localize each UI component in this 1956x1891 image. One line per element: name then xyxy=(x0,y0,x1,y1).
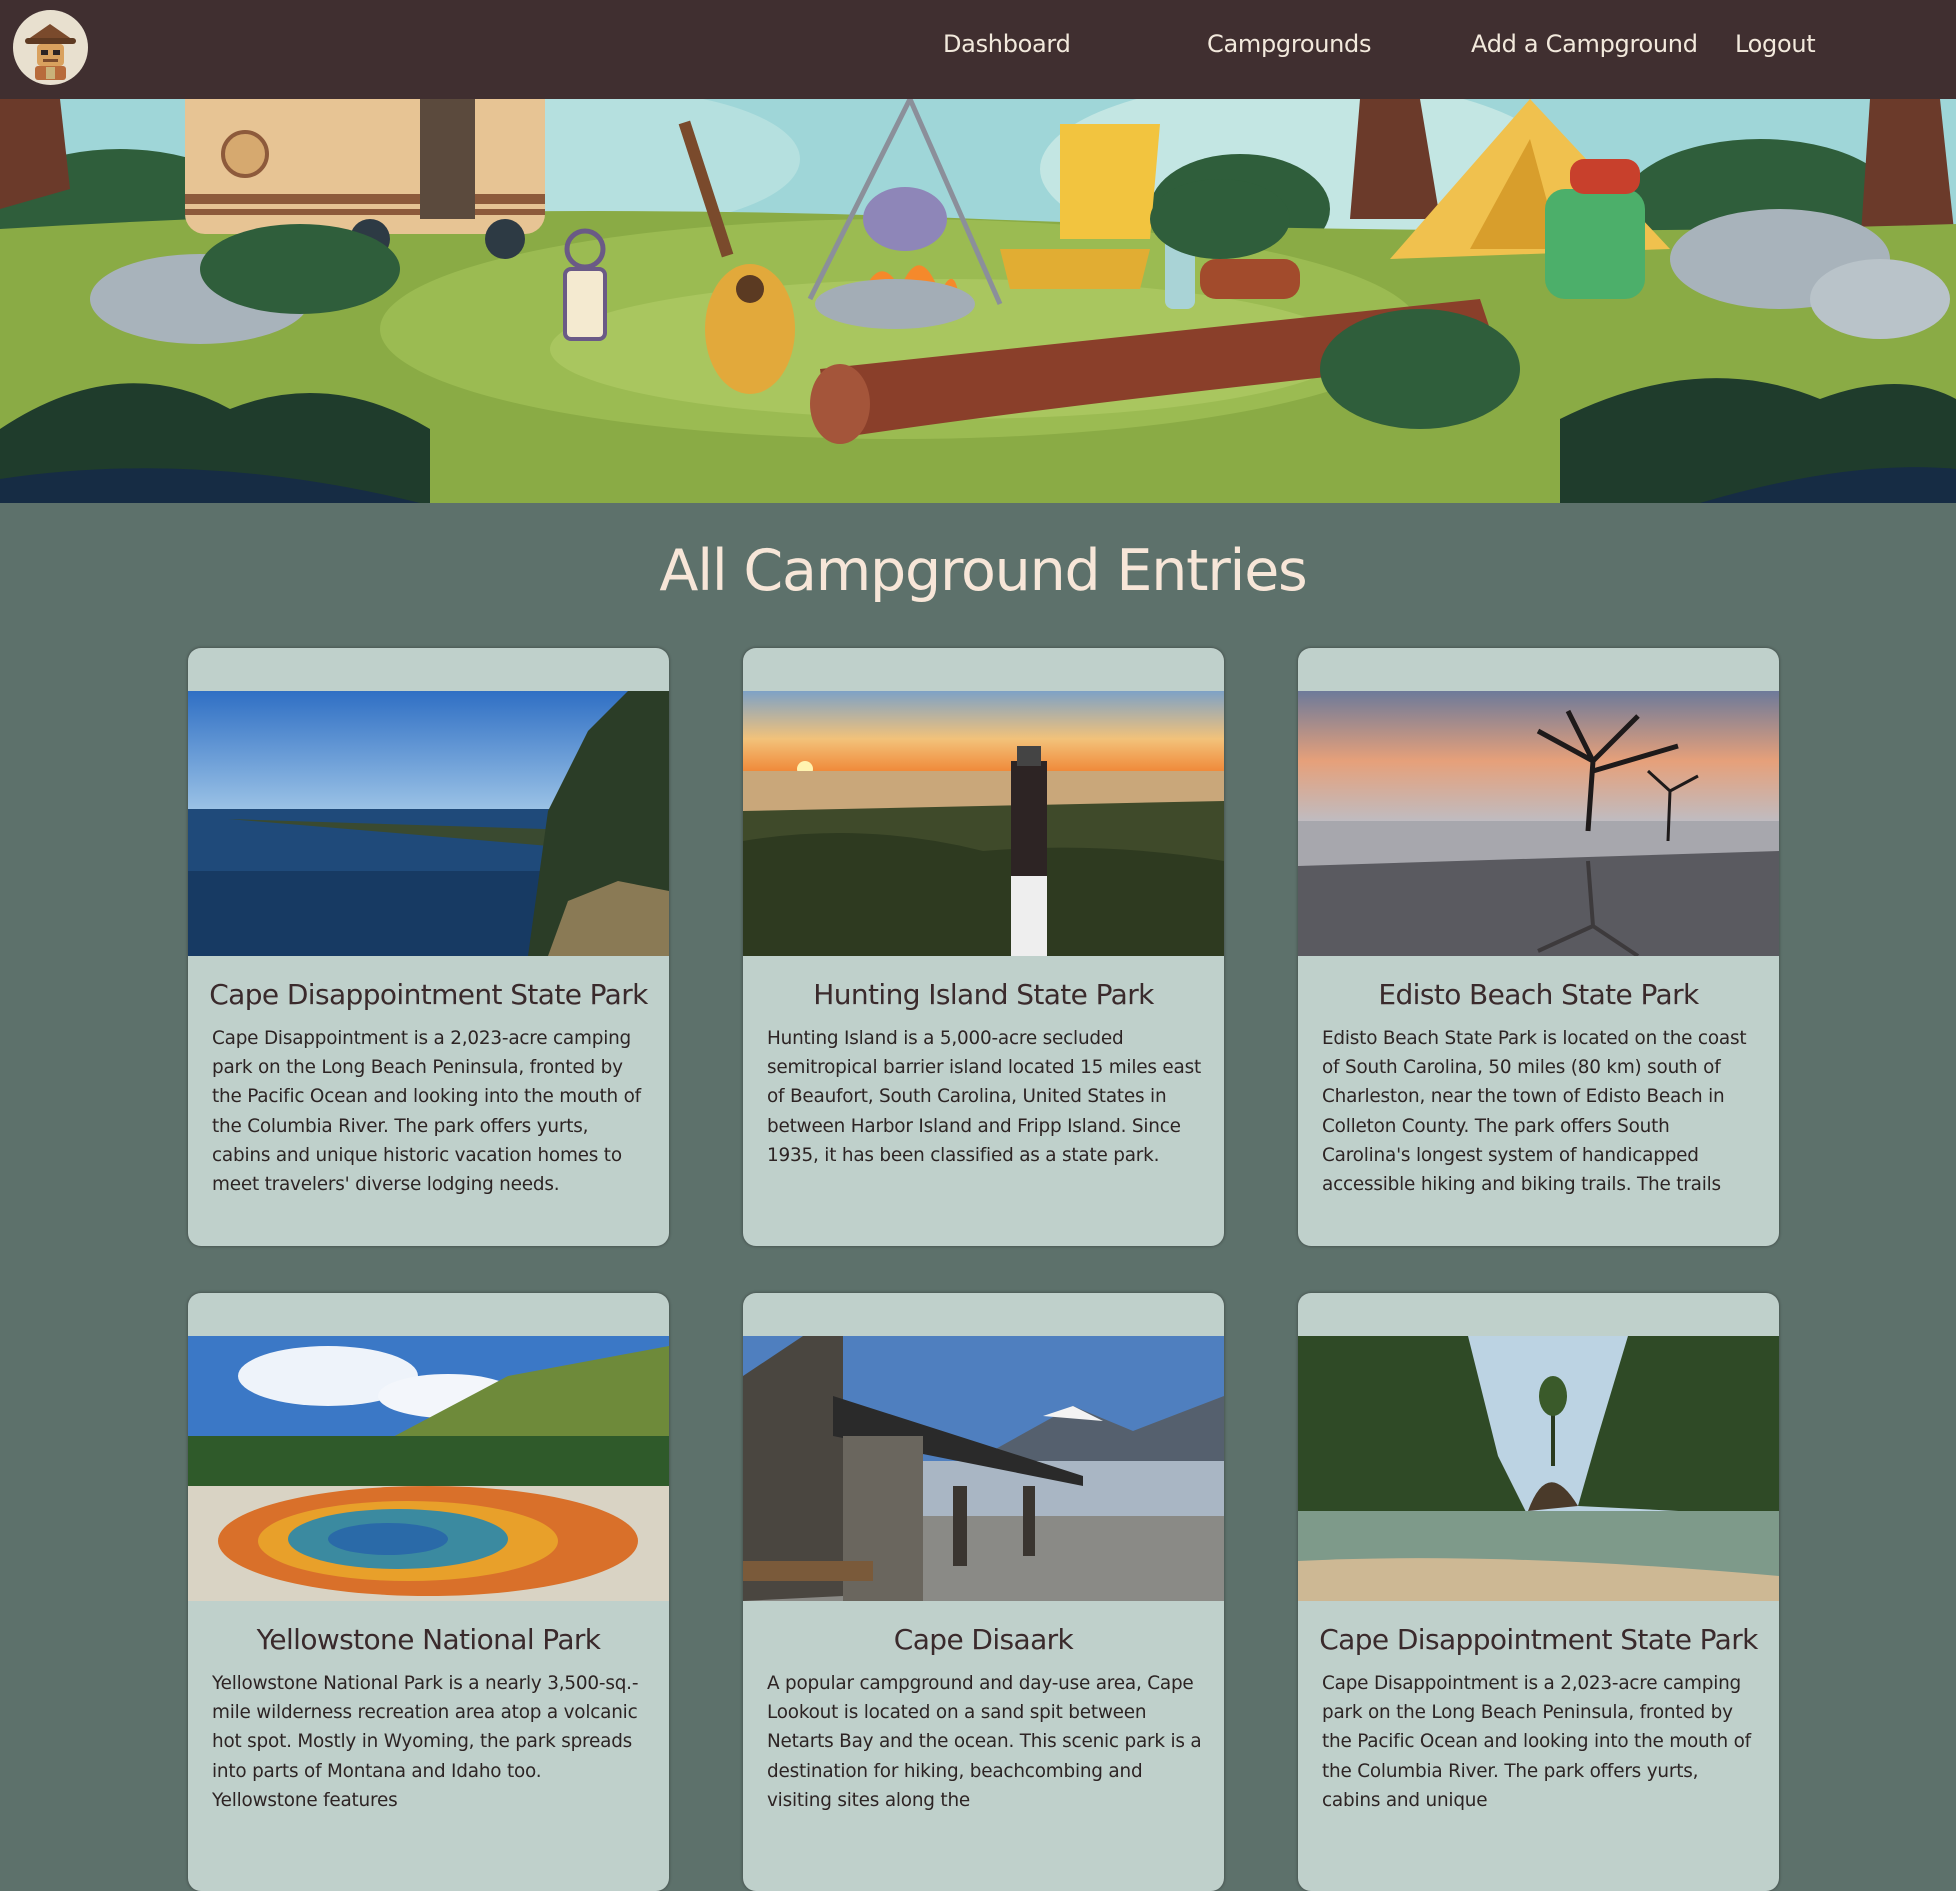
card-title[interactable]: Cape Disappointment State Park xyxy=(1298,1623,1779,1656)
nav-link-dashboard[interactable]: Dashboard xyxy=(943,30,1071,58)
card-description: Cape Disappointment is a 2,023-acre camp… xyxy=(1322,1673,1751,1811)
top-navbar: Dashboard Campgrounds Add a Campground L… xyxy=(0,0,1956,99)
lighthouse-sunset-photo xyxy=(743,691,1224,956)
hot-spring-photo xyxy=(188,1336,669,1601)
campground-card[interactable]: Hunting Island State Park Hunting Island… xyxy=(743,648,1224,1246)
coastal-bay-photo xyxy=(188,691,669,956)
nav-link-add-campground[interactable]: Add a Campground xyxy=(1471,30,1698,58)
card-title[interactable]: Yellowstone National Park xyxy=(188,1623,669,1656)
stone-shelter-photo xyxy=(743,1336,1224,1601)
campground-card[interactable]: Cape Disaark A popular campground and da… xyxy=(743,1293,1224,1891)
card-description: Edisto Beach State Park is located on th… xyxy=(1322,1028,1747,1196)
page-title: All Campground Entries xyxy=(659,538,1307,604)
campground-card[interactable]: Cape Disappointment State Park Cape Disa… xyxy=(1298,1293,1779,1891)
nav-link-campgrounds[interactable]: Campgrounds xyxy=(1207,30,1372,58)
forest-cove-photo xyxy=(1298,1336,1779,1601)
campground-card[interactable]: Cape Disappointment State Park Cape Disa… xyxy=(188,648,669,1246)
campground-card[interactable]: Yellowstone National Park Yellowstone Na… xyxy=(188,1293,669,1891)
card-description: Yellowstone National Park is a nearly 3,… xyxy=(212,1673,639,1811)
card-title[interactable]: Cape Disappointment State Park xyxy=(188,978,669,1011)
beach-tree-sunset-photo xyxy=(1298,691,1779,956)
campground-card[interactable]: Edisto Beach State Park Edisto Beach Sta… xyxy=(1298,648,1779,1246)
card-description: Hunting Island is a 5,000-acre secluded … xyxy=(767,1028,1201,1166)
card-title[interactable]: Cape Disaark xyxy=(743,1623,1224,1656)
card-title[interactable]: Hunting Island State Park xyxy=(743,978,1224,1011)
nav-link-logout[interactable]: Logout xyxy=(1735,30,1816,58)
card-title[interactable]: Edisto Beach State Park xyxy=(1298,978,1779,1011)
hero-banner-illustration xyxy=(0,99,1956,503)
card-description: Cape Disappointment is a 2,023-acre camp… xyxy=(212,1028,641,1196)
card-description: A popular campground and day-use area, C… xyxy=(767,1673,1202,1811)
ranger-logo-icon[interactable] xyxy=(13,10,88,85)
